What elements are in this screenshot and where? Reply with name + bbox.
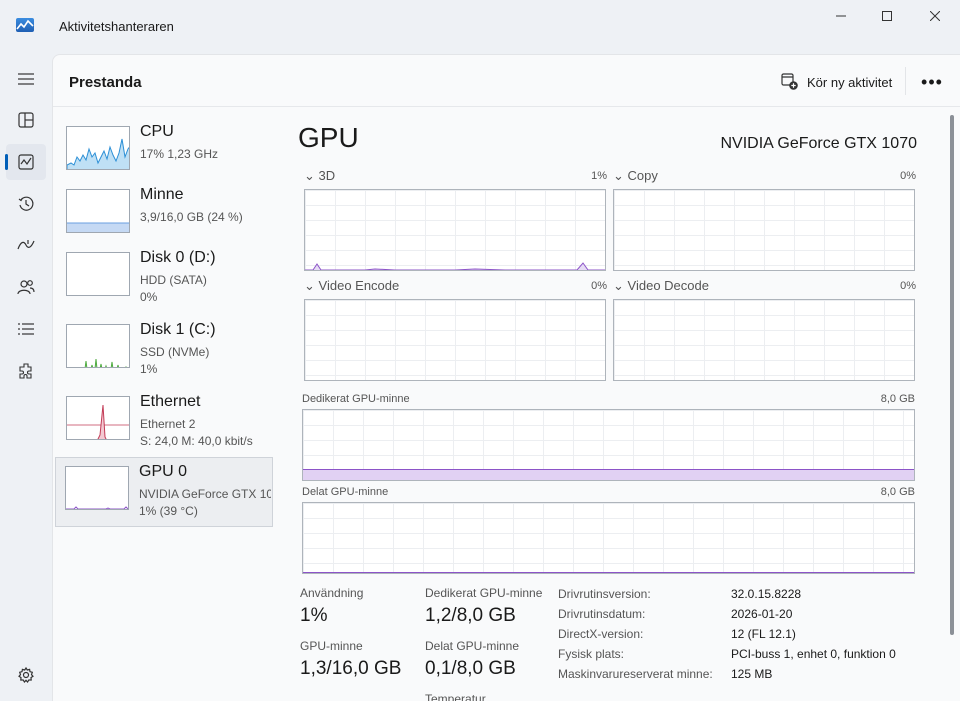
main-panel: Prestanda Kör ny aktivitet ••• CPU 17% 1… <box>52 54 960 701</box>
gpu-model-name: NVIDIA GeForce GTX 1070 <box>720 135 917 152</box>
physical-location-label: Fysisk plats: <box>558 647 625 661</box>
shared-memory-graph-label: Delat GPU-minne <box>302 486 389 498</box>
directx-version-label: DirectX-version: <box>558 627 644 641</box>
gpu-0-thumbnail-graph <box>65 466 129 510</box>
memory-thumbnail-graph <box>66 189 130 233</box>
engine-video-decode-dropdown[interactable]: ⌄ Video Decode <box>613 278 709 294</box>
perf-item-memory[interactable]: Minne 3,9/16,0 GB (24 %) <box>57 181 273 251</box>
processes-icon[interactable] <box>6 102 46 138</box>
chevron-down-icon: ⌄ <box>613 278 624 293</box>
perf-item-ethernet[interactable]: Ethernet Ethernet 2 S: 24,0 M: 40,0 kbit… <box>57 388 273 458</box>
page-header: Prestanda Kör ny aktivitet ••• <box>53 55 960 107</box>
more-options-button[interactable]: ••• <box>919 69 945 95</box>
perf-item-detail: 17% 1,23 GHz <box>140 147 219 161</box>
users-icon[interactable] <box>6 269 46 305</box>
perf-item-detail: SSD (NVMe) <box>140 345 210 359</box>
window-title: Aktivitetshanteraren <box>59 19 174 34</box>
directx-version-value: 12 (FL 12.1) <box>731 627 796 641</box>
hardware-reserved-memory-value: 125 MB <box>731 667 773 681</box>
task-manager-logo-icon <box>16 18 34 32</box>
page-title: Prestanda <box>69 74 142 91</box>
engine-video-decode-graph <box>613 299 915 381</box>
details-icon[interactable] <box>6 311 46 347</box>
performance-list: CPU 17% 1,23 GHz Minne 3,9/16,0 GB (24 %… <box>53 108 279 701</box>
engine-video-decode-percent: 0% <box>900 280 916 292</box>
perf-item-name: GPU 0 <box>139 463 188 480</box>
chevron-down-icon: ⌄ <box>304 168 315 183</box>
startup-apps-icon[interactable] <box>6 227 46 263</box>
performance-icon[interactable] <box>5 144 46 180</box>
engine-video-encode-graph <box>304 299 606 381</box>
shared-memory-graph <box>302 502 915 574</box>
disk-0-thumbnail-graph <box>66 252 130 296</box>
perf-item-name: Ethernet <box>140 393 201 410</box>
driver-date-value: 2026-01-20 <box>731 607 793 621</box>
disk-1-thumbnail-graph <box>66 324 130 368</box>
engine-copy-percent: 0% <box>900 170 916 182</box>
run-new-task-button[interactable]: Kör ny aktivitet <box>781 71 892 93</box>
engine-video-encode-dropdown[interactable]: ⌄ Video Encode <box>304 278 399 294</box>
close-button[interactable] <box>912 0 958 32</box>
temperature-label: Temperatur <box>425 692 486 701</box>
engine-copy-graph <box>613 189 915 271</box>
perf-item-usage: 1% (39 °C) <box>139 504 198 518</box>
dedicated-memory-graph <box>302 409 915 481</box>
perf-item-detail: NVIDIA GeForce GTX 1070 <box>139 487 271 501</box>
perf-item-name: CPU <box>140 123 174 140</box>
perf-item-usage: 0% <box>140 290 158 304</box>
perf-item-throughput: S: 24,0 M: 40,0 kbit/s <box>140 434 253 448</box>
driver-date-label: Drivrutinsdatum: <box>558 607 646 621</box>
shared-memory-value: 0,1/8,0 GB <box>425 658 516 679</box>
cpu-thumbnail-graph <box>66 126 130 170</box>
dedicated-memory-graph-label: Dedikerat GPU-minne <box>302 393 410 405</box>
gpu-title: GPU <box>298 122 359 153</box>
gpu-memory-value: 1,3/16,0 GB <box>300 658 402 679</box>
perf-item-name: Disk 0 (D:) <box>140 249 216 266</box>
nav-rail <box>0 54 52 701</box>
more-icon: ••• <box>921 71 943 92</box>
perf-item-disk-1[interactable]: Disk 1 (C:) SSD (NVMe) 1% <box>57 316 273 386</box>
services-icon[interactable] <box>6 353 46 389</box>
driver-version-label: Drivrutinsversion: <box>558 587 651 601</box>
engine-copy-dropdown[interactable]: ⌄ Copy <box>613 168 658 184</box>
perf-item-disk-0[interactable]: Disk 0 (D:) HDD (SATA) 0% <box>57 244 273 314</box>
gpu-details: GPU NVIDIA GeForce GTX 1070 ⌄ 3D 1% ⌄ Co… <box>297 108 947 701</box>
physical-location-value: PCI-buss 1, enhet 0, funktion 0 <box>731 647 896 661</box>
title-bar: Aktivitetshanteraren <box>0 0 960 54</box>
settings-icon[interactable] <box>6 657 46 693</box>
engine-3d-percent: 1% <box>591 170 607 182</box>
usage-value: 1% <box>300 605 328 626</box>
driver-version-value: 32.0.15.8228 <box>731 587 802 601</box>
perf-item-cpu[interactable]: CPU 17% 1,23 GHz <box>57 118 273 188</box>
engine-3d-dropdown[interactable]: ⌄ 3D <box>304 168 335 184</box>
engine-video-encode-percent: 0% <box>591 280 607 292</box>
minimize-button[interactable] <box>818 0 864 32</box>
shared-memory-label: Delat GPU-minne <box>425 639 520 653</box>
perf-item-gpu-0[interactable]: GPU 0 NVIDIA GeForce GTX 1070 1% (39 °C) <box>55 457 273 527</box>
perf-item-name: Disk 1 (C:) <box>140 321 216 338</box>
usage-label: Användning <box>300 586 364 600</box>
header-divider <box>905 67 906 95</box>
run-new-task-label: Kör ny aktivitet <box>807 74 893 90</box>
perf-item-detail: HDD (SATA) <box>140 273 207 287</box>
gpu-memory-label: GPU-minne <box>300 639 363 653</box>
chevron-down-icon: ⌄ <box>613 168 624 183</box>
perf-item-detail: 3,9/16,0 GB (24 %) <box>140 210 243 224</box>
shared-memory-capacity: 8,0 GB <box>880 486 915 498</box>
perf-item-name: Minne <box>140 186 184 203</box>
perf-item-usage: 1% <box>140 362 158 376</box>
menu-icon[interactable] <box>6 61 46 97</box>
engine-3d-graph <box>304 189 606 271</box>
chevron-down-icon: ⌄ <box>304 278 315 293</box>
dedicated-memory-value: 1,2/8,0 GB <box>425 605 516 626</box>
vertical-scrollbar[interactable] <box>950 115 954 635</box>
dedicated-memory-label: Dedikerat GPU-minne <box>425 586 543 600</box>
ethernet-thumbnail-graph <box>66 396 130 440</box>
hardware-reserved-memory-label: Maskinvarureserverat minne: <box>558 667 713 681</box>
perf-item-detail: Ethernet 2 <box>140 417 196 431</box>
dedicated-memory-capacity: 8,0 GB <box>880 393 915 405</box>
run-task-icon <box>781 73 798 90</box>
app-history-icon[interactable] <box>6 186 46 222</box>
maximize-button[interactable] <box>864 0 910 32</box>
